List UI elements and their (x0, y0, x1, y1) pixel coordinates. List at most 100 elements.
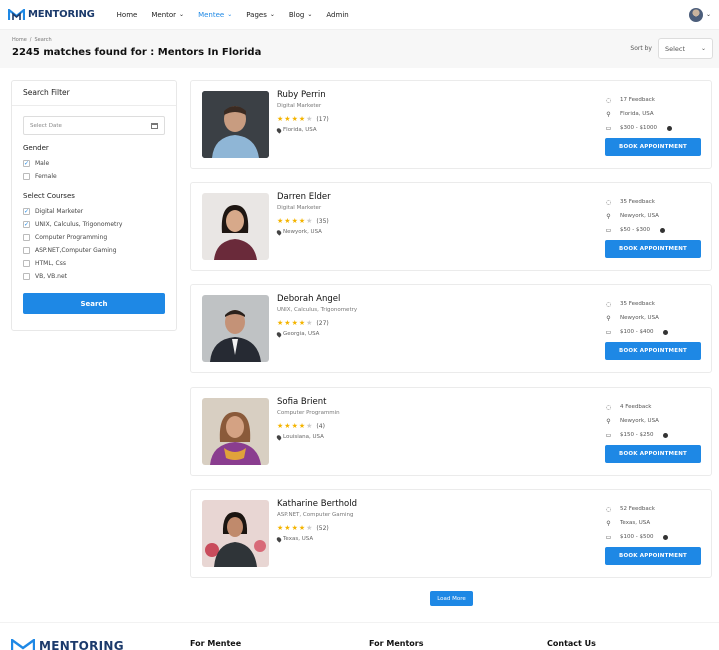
chevron-down-icon: ⌄ (307, 11, 313, 18)
checkbox-checked-icon[interactable]: ✓ (23, 208, 30, 215)
city-text: Newyork, USA (620, 315, 659, 321)
map-pin-icon (275, 126, 283, 134)
checkbox-icon[interactable] (23, 234, 30, 241)
mentor-photo[interactable] (202, 193, 269, 260)
date-placeholder: Select Date (30, 122, 62, 129)
star-empty-icon: ★ (306, 422, 313, 430)
checkbox-checked-icon[interactable]: ✓ (23, 221, 30, 228)
checkbox-course[interactable]: ASP.NET,Computer Gaming (23, 244, 165, 257)
mentor-name[interactable]: Deborah Angel (277, 294, 357, 304)
star-icon: ★ (284, 524, 291, 532)
checkbox-icon[interactable] (23, 273, 30, 280)
info-icon[interactable] (666, 125, 672, 131)
checkbox-icon[interactable] (23, 173, 30, 180)
map-pin-icon: ⚲ (606, 212, 611, 220)
site-logo[interactable]: MENTORING (8, 8, 95, 21)
nav-label: Mentee (198, 10, 225, 19)
book-appointment-button[interactable]: BOOK APPOINTMENT (605, 547, 701, 565)
location-text: Louisiana, USA (283, 434, 324, 440)
nav-pages[interactable]: Pages ⌄ (246, 11, 275, 19)
footer-logo[interactable]: MENTORING (11, 639, 124, 650)
sort-control: Sort by Select ⌄ (630, 38, 713, 59)
mentor-location: Louisiana, USA (275, 433, 340, 441)
logo-icon (8, 8, 25, 21)
mentor-photo[interactable] (202, 295, 269, 362)
checkbox-icon[interactable] (23, 260, 30, 267)
location-text: Newyork, USA (283, 229, 322, 235)
location-text: Georgia, USA (283, 331, 320, 337)
rating-stars: ★ ★ ★ ★ ★ (27) (277, 319, 357, 327)
search-filter-panel: Search Filter Select Date Gender ✓ Male F… (11, 80, 177, 331)
nav-mentee[interactable]: Mentee ⌄ (198, 11, 232, 19)
checkbox-course[interactable]: VB, VB.net (23, 270, 165, 283)
nav-admin[interactable]: Admin (326, 11, 348, 19)
info-icon[interactable] (663, 534, 669, 540)
info-icon[interactable] (659, 227, 665, 233)
star-empty-icon: ★ (306, 524, 313, 532)
breadcrumb-home[interactable]: Home (12, 37, 27, 43)
checkbox-checked-icon[interactable]: ✓ (23, 160, 30, 167)
star-icon: ★ (291, 422, 298, 430)
city-row: ⚲ Newyork, USA (605, 311, 705, 325)
checkbox-course[interactable]: ✓ UNIX, Calculus, Trigonometry (23, 218, 165, 231)
user-menu[interactable]: ⌄ (688, 7, 711, 22)
checkbox-label: ASP.NET,Computer Gaming (35, 247, 117, 254)
mentor-role: Digital Marketer (277, 103, 322, 109)
sort-select[interactable]: Select ⌄ (658, 38, 713, 59)
comment-icon: ◌ (605, 198, 612, 206)
chevron-down-icon: ⌄ (179, 11, 185, 18)
mentor-role: Digital Marketer (277, 205, 322, 211)
mentor-name[interactable]: Darren Elder (277, 192, 331, 202)
price-text: $300 - $1000 (620, 125, 657, 131)
load-more-button[interactable]: Load More (430, 591, 473, 606)
checkbox-label: VB, VB.net (35, 273, 68, 280)
checkbox-course[interactable]: ✓ Digital Marketer (23, 205, 165, 218)
nav-blog[interactable]: Blog ⌄ (289, 11, 313, 19)
mentor-name[interactable]: Ruby Perrin (277, 90, 329, 100)
map-pin-icon: ⚲ (606, 519, 611, 527)
star-icon: ★ (284, 115, 291, 123)
book-appointment-button[interactable]: BOOK APPOINTMENT (605, 342, 701, 360)
mentor-photo[interactable] (202, 398, 269, 465)
checkbox-female[interactable]: Female (23, 170, 165, 183)
feedback-text: 35 Feedback (620, 199, 655, 205)
mentor-name[interactable]: Sofia Brient (277, 397, 340, 407)
search-button[interactable]: Search (23, 293, 165, 314)
nav-home[interactable]: Home (117, 11, 138, 19)
map-pin-icon: ⚲ (606, 417, 611, 425)
mentor-name[interactable]: Katharine Berthold (277, 499, 357, 509)
map-pin-icon (275, 433, 283, 441)
price-row: ▭ $50 - $300 (605, 223, 705, 237)
city-text: Newyork, USA (620, 213, 659, 219)
star-icon: ★ (277, 422, 284, 430)
price-row: ▭ $150 - $250 (605, 428, 705, 442)
date-picker-input[interactable]: Select Date (23, 116, 165, 135)
breadcrumb-separator: / (29, 37, 32, 43)
book-appointment-button[interactable]: BOOK APPOINTMENT (605, 138, 701, 156)
top-navbar: MENTORING Home Mentor ⌄ Mentee ⌄ Pages ⌄ Bl… (0, 0, 719, 30)
info-icon[interactable] (663, 329, 669, 335)
chevron-down-icon: ⌄ (705, 11, 711, 18)
mentor-card: Ruby Perrin Digital Marketer ★ ★ ★ ★ ★ (17) F… (190, 80, 712, 169)
checkbox-icon[interactable] (23, 247, 30, 254)
feedback-row: ◌ 4 Feedback (605, 400, 705, 414)
nav-mentor[interactable]: Mentor ⌄ (151, 11, 184, 19)
review-count: (17) (316, 115, 329, 123)
avatar (688, 7, 703, 22)
city-text: Texas, USA (620, 520, 651, 526)
comment-icon: ◌ (605, 403, 612, 411)
mentor-photo[interactable] (202, 500, 269, 567)
book-appointment-button[interactable]: BOOK APPOINTMENT (605, 240, 701, 258)
star-icon: ★ (291, 115, 298, 123)
book-appointment-button[interactable]: BOOK APPOINTMENT (605, 445, 701, 463)
feedback-text: 4 Feedback (620, 404, 652, 410)
mentor-card: Darren Elder Digital Marketer ★ ★ ★ ★ ★ (35) … (190, 182, 712, 271)
checkbox-course[interactable]: HTML, Css (23, 257, 165, 270)
sort-value: Select (665, 44, 686, 53)
checkbox-male[interactable]: ✓ Male (23, 157, 165, 170)
checkbox-course[interactable]: Computer Programming (23, 231, 165, 244)
feedback-text: 17 Feedback (620, 97, 655, 103)
info-icon[interactable] (663, 432, 669, 438)
city-text: Newyork, USA (620, 418, 659, 424)
mentor-photo[interactable] (202, 91, 269, 158)
